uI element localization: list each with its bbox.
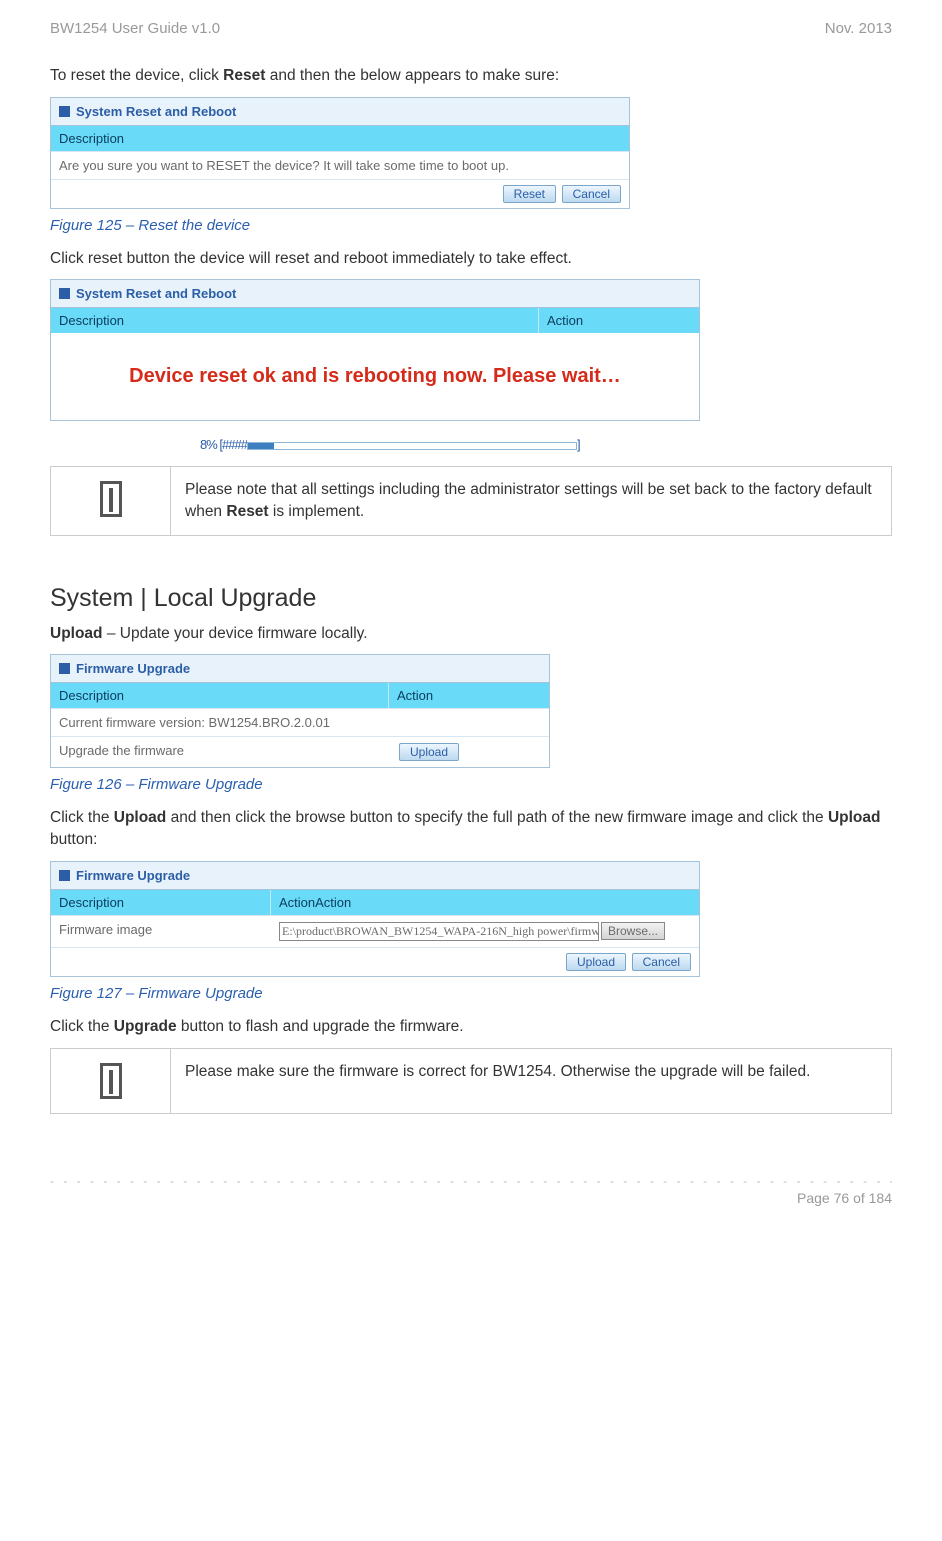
text: To reset the device, click bbox=[50, 67, 223, 84]
panel-title: System Reset and Reboot bbox=[51, 98, 629, 126]
info-icon bbox=[100, 481, 122, 517]
col-description: Description bbox=[51, 890, 271, 915]
upload-line: Upload – Update your device firmware loc… bbox=[50, 623, 892, 645]
text: – Update your device firmware locally. bbox=[103, 625, 368, 642]
upgrade-line: Click the Upgrade button to flash and up… bbox=[50, 1016, 892, 1038]
col-action: ActionAction bbox=[271, 890, 699, 915]
square-icon bbox=[59, 106, 70, 117]
reset-intro: To reset the device, click Reset and the… bbox=[50, 65, 892, 87]
title-text: System Reset and Reboot bbox=[76, 286, 236, 301]
cancel-button[interactable]: Cancel bbox=[562, 185, 621, 203]
col-description: Description bbox=[51, 683, 389, 708]
col-description: Description bbox=[51, 308, 539, 333]
text: button: bbox=[50, 831, 97, 848]
upload-instructions: Click the Upload and then click the brow… bbox=[50, 807, 892, 850]
text: is implement. bbox=[269, 503, 365, 520]
figure-127-caption: Figure 127 – Firmware Upgrade bbox=[50, 985, 892, 1002]
fw-version-row: Current firmware version: BW1254.BRO.2.0… bbox=[51, 709, 389, 736]
info-icon bbox=[100, 1063, 122, 1099]
upgrade-row: Upgrade the firmware bbox=[51, 737, 389, 767]
reboot-message: Device reset ok and is rebooting now. Pl… bbox=[51, 333, 699, 420]
text: and then the below appears to make sure: bbox=[265, 67, 559, 84]
panel-title: Firmware Upgrade bbox=[51, 655, 549, 683]
browse-button[interactable]: Browse... bbox=[601, 922, 665, 940]
note-text: Please make sure the firmware is correct… bbox=[171, 1049, 891, 1113]
button-row: Reset Cancel bbox=[51, 179, 629, 208]
bold: Upload bbox=[828, 809, 881, 826]
bold: Reset bbox=[223, 67, 265, 84]
fw-image-label: Firmware image bbox=[51, 916, 271, 947]
text: Click the bbox=[50, 1018, 114, 1035]
doc-date: Nov. 2013 bbox=[825, 20, 892, 37]
title-text: Firmware Upgrade bbox=[76, 868, 190, 883]
title-text: Firmware Upgrade bbox=[76, 661, 190, 676]
figure-125-caption: Figure 125 – Reset the device bbox=[50, 217, 892, 234]
text: and then click the browse button to spec… bbox=[166, 809, 828, 826]
panel-rebooting: System Reset and Reboot Description Acti… bbox=[50, 279, 700, 421]
note-icon-cell bbox=[51, 467, 171, 534]
square-icon bbox=[59, 663, 70, 674]
square-icon bbox=[59, 288, 70, 299]
button-row: Upload Cancel bbox=[51, 947, 699, 976]
upload-button[interactable]: Upload bbox=[399, 743, 459, 761]
upload-button[interactable]: Upload bbox=[566, 953, 626, 971]
empty bbox=[389, 709, 549, 736]
panel-firmware-1: Firmware Upgrade Description Action Curr… bbox=[50, 654, 550, 768]
progress-label: 8% [#### bbox=[200, 437, 247, 452]
section-heading: System | Local Upgrade bbox=[50, 584, 892, 613]
progress-end: ] bbox=[577, 437, 581, 452]
figure-126-caption: Figure 126 – Firmware Upgrade bbox=[50, 776, 892, 793]
note-icon-cell bbox=[51, 1049, 171, 1113]
panel-firmware-2: Firmware Upgrade Description ActionActio… bbox=[50, 861, 700, 977]
reset-question: Are you sure you want to RESET the devic… bbox=[51, 152, 629, 179]
reset-button[interactable]: Reset bbox=[503, 185, 556, 203]
cancel-button[interactable]: Cancel bbox=[632, 953, 691, 971]
progress-row: 8% [####] bbox=[50, 427, 892, 462]
col-action: Action bbox=[389, 683, 549, 708]
note-box-1: Please note that all settings including … bbox=[50, 466, 892, 535]
firmware-path-input[interactable]: E:\product\BROWAN_BW1254_WAPA-216N_high … bbox=[279, 922, 599, 941]
doc-title: BW1254 User Guide v1.0 bbox=[50, 20, 220, 37]
bold: Upload bbox=[114, 809, 167, 826]
panel-title: System Reset and Reboot bbox=[51, 280, 699, 308]
progress-bar bbox=[247, 442, 577, 450]
note-box-2: Please make sure the firmware is correct… bbox=[50, 1048, 892, 1114]
bold: Upload bbox=[50, 625, 103, 642]
col-description: Description bbox=[51, 126, 629, 151]
text: button to flash and upgrade the firmware… bbox=[177, 1018, 464, 1035]
footer-dots: - - - - - - - - - - - - - - - - - - - - … bbox=[50, 1174, 892, 1188]
text: Click the bbox=[50, 809, 114, 826]
title-text: System Reset and Reboot bbox=[76, 104, 236, 119]
bold: Reset bbox=[226, 503, 268, 520]
page-number: Page 76 of 184 bbox=[50, 1190, 892, 1206]
after-reset-text: Click reset button the device will reset… bbox=[50, 248, 892, 270]
panel-reset-confirm: System Reset and Reboot Description Are … bbox=[50, 97, 630, 209]
bold: Upgrade bbox=[114, 1018, 177, 1035]
col-action: Action bbox=[539, 308, 699, 333]
panel-title: Firmware Upgrade bbox=[51, 862, 699, 890]
square-icon bbox=[59, 870, 70, 881]
note-text: Please note that all settings including … bbox=[171, 467, 891, 534]
